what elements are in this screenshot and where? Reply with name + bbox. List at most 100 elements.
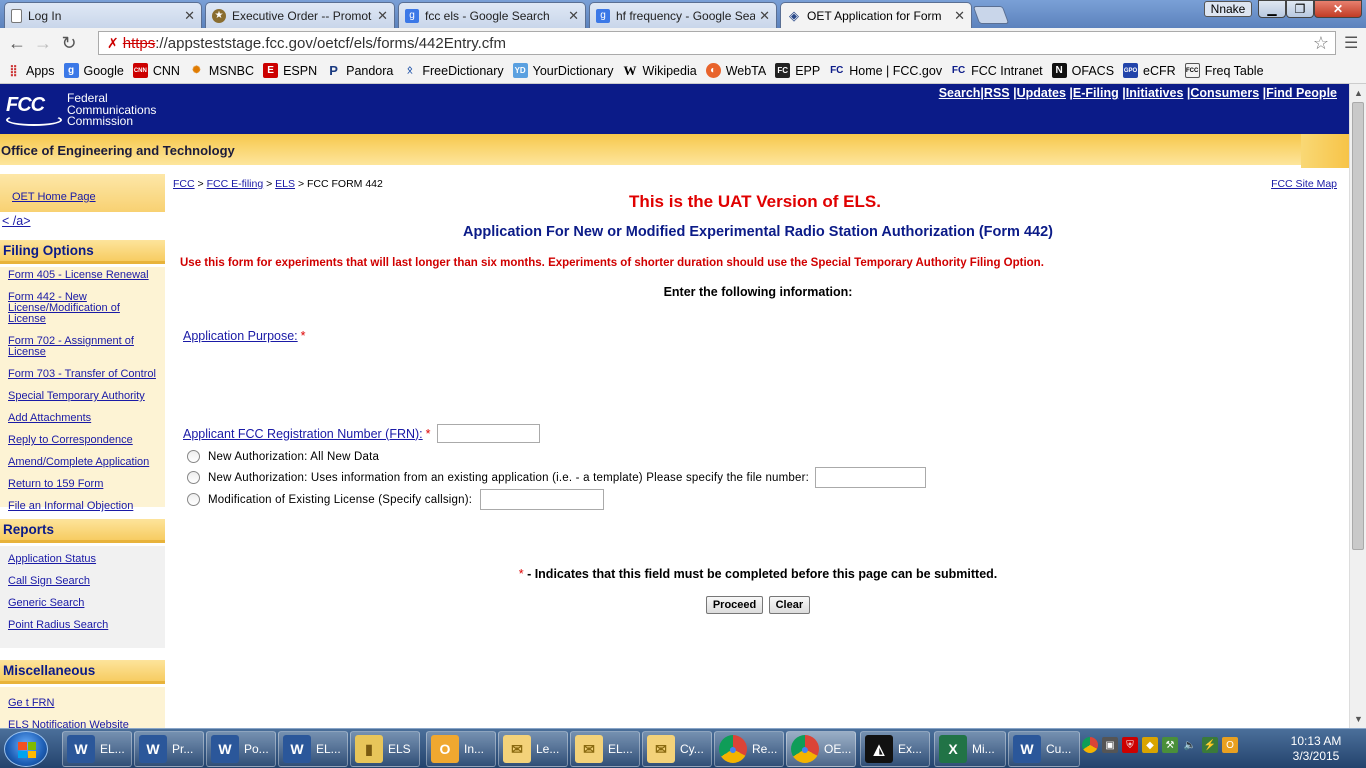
callsign-input[interactable] — [480, 489, 605, 510]
nav-efiling-link[interactable]: E-Filing — [1073, 86, 1119, 100]
browser-tab-log-in[interactable]: Log In ✕ — [4, 2, 202, 28]
stray-anchor-link[interactable]: < /a> — [2, 214, 31, 228]
vertical-scrollbar[interactable]: ▲ ▼ — [1349, 84, 1366, 728]
bookmark-espn[interactable]: E ESPN — [263, 63, 317, 78]
new-tab-button[interactable] — [972, 6, 1010, 24]
start-button[interactable] — [4, 731, 48, 767]
forward-arrow-icon[interactable]: → — [30, 30, 56, 56]
taskbar-item-word-2[interactable]: W Pr... — [134, 731, 204, 767]
system-clock[interactable]: 10:13 AM 3/3/2015 — [1280, 734, 1352, 764]
bookmark-ecfr[interactable]: GPO eCFR — [1123, 63, 1176, 78]
close-tab-icon[interactable]: ✕ — [568, 8, 579, 24]
close-tab-icon[interactable]: ✕ — [184, 8, 195, 24]
back-arrow-icon[interactable]: ← — [4, 30, 30, 56]
sidebar-item-form-405[interactable]: Form 405 - License Renewal — [0, 270, 165, 281]
browser-tab-executive-order[interactable]: ★ Executive Order -- Promot ✕ — [205, 2, 395, 28]
minimize-button[interactable]: ▁ — [1258, 0, 1286, 18]
sidebar-item-get-frn[interactable]: Ge t FRN — [0, 698, 165, 709]
nav-initiatives-link[interactable]: Initiatives — [1126, 86, 1184, 100]
vmware-tray-icon[interactable]: ▣ — [1102, 737, 1118, 753]
bookmark-fcc-home[interactable]: FC Home | FCC.gov — [829, 63, 942, 78]
sidebar-item-els-notification[interactable]: ELS Notification Website — [0, 720, 165, 729]
browser-tab-oet-application[interactable]: ◈ OET Application for Form ✕ — [780, 2, 972, 28]
scroll-up-icon[interactable]: ▲ — [1354, 88, 1363, 98]
taskbar-item-folder-els[interactable]: ▮ ELS — [350, 731, 420, 767]
chrome-menu-icon[interactable]: ☰ — [1344, 33, 1358, 53]
fcc-logo[interactable]: FCC — [6, 94, 64, 126]
taskbar-item-excel[interactable]: X Mi... — [934, 731, 1006, 767]
bookmark-pandora[interactable]: P Pandora — [326, 63, 393, 78]
bookmark-webta[interactable]: ◐ WebTA — [705, 63, 766, 78]
tools-tray-icon[interactable]: ⚒ — [1162, 737, 1178, 753]
application-purpose-link[interactable]: Application Purpose: — [183, 329, 298, 343]
sidebar-item-generic-search[interactable]: Generic Search — [0, 598, 165, 609]
sidebar-item-form-442[interactable]: Form 442 - New License/Modification of L… — [0, 292, 165, 325]
site-map-link[interactable]: FCC Site Map — [1271, 178, 1337, 190]
radio-new-all-data[interactable] — [187, 450, 200, 463]
sidebar-item-amend-complete[interactable]: Amend/Complete Application — [0, 457, 165, 468]
bookmark-freedictionary[interactable]: ᛟ FreeDictionary — [402, 63, 504, 78]
taskbar-item-chrome-2[interactable]: ● OE... — [786, 731, 856, 767]
chrome-tray-icon[interactable] — [1082, 737, 1098, 753]
taskbar-item-mail-1[interactable]: ✉ Le... — [498, 731, 568, 767]
reload-icon[interactable]: ↻ — [56, 30, 82, 56]
sidebar-item-informal-objection[interactable]: File an Informal Objection — [0, 501, 165, 512]
taskbar-item-outlook[interactable]: O In... — [426, 731, 496, 767]
sidebar-item-reply-correspondence[interactable]: Reply to Correspondence — [0, 435, 165, 446]
sidebar-item-return-159[interactable]: Return to 159 Form — [0, 479, 165, 490]
volume-icon[interactable]: 🔈 — [1182, 737, 1198, 753]
scrollbar-thumb[interactable] — [1352, 102, 1364, 550]
radio-modify-license[interactable] — [187, 493, 200, 506]
taskbar-item-word-5[interactable]: W Cu... — [1008, 731, 1080, 767]
clear-button[interactable]: Clear — [768, 596, 811, 614]
taskbar-item-word-3[interactable]: W Po... — [206, 731, 276, 767]
nav-find-people-link[interactable]: Find People — [1266, 86, 1337, 100]
template-file-number-input[interactable] — [815, 467, 927, 488]
nav-search-link[interactable]: Search — [939, 86, 981, 100]
bookmark-fcc-intranet[interactable]: FC FCC Intranet — [951, 63, 1043, 78]
sidebar-item-call-sign-search[interactable]: Call Sign Search — [0, 576, 165, 587]
proceed-button[interactable]: Proceed — [705, 596, 764, 614]
maximize-button[interactable]: ❐ — [1286, 0, 1314, 18]
taskbar-item-mail-2[interactable]: ✉ EL... — [570, 731, 640, 767]
frn-input[interactable] — [436, 424, 540, 443]
bookmark-google[interactable]: g Google — [63, 63, 124, 78]
window-close-button[interactable]: ✕ — [1314, 0, 1362, 18]
breadcrumb-efiling[interactable]: FCC E-filing — [207, 178, 264, 190]
bookmark-msnbc[interactable]: ✺ MSNBC — [189, 63, 254, 78]
address-bar[interactable]: ✗ https ://appsteststage.fcc.gov/oetcf/e… — [98, 31, 1336, 55]
taskbar-item-prism[interactable]: ◭ Ex... — [860, 731, 930, 767]
taskbar-item-chrome-1[interactable]: ● Re... — [714, 731, 784, 767]
taskbar-item-word-4[interactable]: W EL... — [278, 731, 348, 767]
sidebar-item-add-attachments[interactable]: Add Attachments — [0, 413, 165, 424]
radio-new-from-template[interactable] — [187, 471, 200, 484]
sidebar-item-form-702[interactable]: Form 702 - Assignment of License — [0, 336, 165, 358]
bookmark-apps[interactable]: ⣿ Apps — [6, 63, 54, 78]
profile-button[interactable]: Nnake — [1204, 1, 1252, 17]
scroll-down-icon[interactable]: ▼ — [1354, 714, 1363, 724]
nav-rss-link[interactable]: RSS — [984, 86, 1010, 100]
close-tab-icon[interactable]: ✕ — [954, 8, 965, 24]
sidebar-item-point-radius-search[interactable]: Point Radius Search — [0, 620, 165, 631]
breadcrumb-els[interactable]: ELS — [275, 178, 295, 190]
bookmark-freq-table[interactable]: FCC Freq Table — [1184, 63, 1264, 78]
bookmark-cnn[interactable]: CNN CNN — [132, 63, 180, 78]
broken-lock-icon[interactable]: ✗ — [107, 35, 119, 52]
bookmark-wikipedia[interactable]: W Wikipedia — [623, 63, 697, 78]
breadcrumb-fcc[interactable]: FCC — [173, 178, 195, 190]
taskbar-item-mail-3[interactable]: ✉ Cy... — [642, 731, 712, 767]
mcafee-shield-icon[interactable]: ⛨ — [1122, 737, 1138, 753]
outlook-tray-icon[interactable]: O — [1222, 737, 1238, 753]
bookmark-epp[interactable]: FC EPP — [775, 63, 820, 78]
bookmark-star-icon[interactable]: ☆ — [1313, 33, 1329, 54]
taskbar-item-word-1[interactable]: W EL... — [62, 731, 132, 767]
sidebar-item-sta[interactable]: Special Temporary Authority — [0, 391, 165, 402]
frn-label-link[interactable]: Applicant FCC Registration Number (FRN): — [183, 427, 423, 441]
nav-updates-link[interactable]: Updates — [1017, 86, 1066, 100]
close-tab-icon[interactable]: ✕ — [377, 8, 388, 24]
nav-consumers-link[interactable]: Consumers — [1190, 86, 1259, 100]
browser-tab-fcc-els-search[interactable]: g fcc els - Google Search ✕ — [398, 2, 586, 28]
bookmark-ofacs[interactable]: N OFACS — [1051, 63, 1114, 78]
security-tray-icon[interactable]: ◆ — [1142, 737, 1158, 753]
sidebar-item-application-status[interactable]: Application Status — [0, 554, 165, 565]
